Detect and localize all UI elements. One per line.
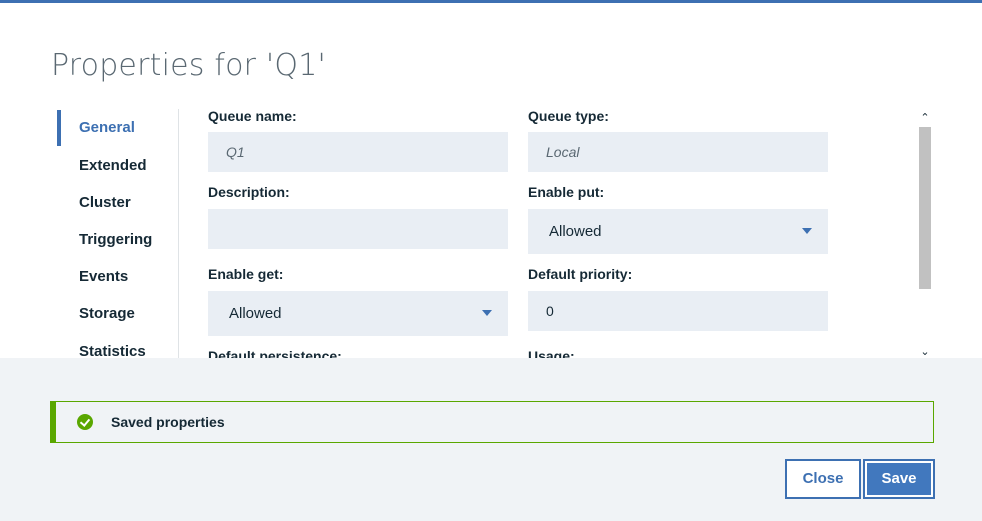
- enable-put-select[interactable]: Allowed: [528, 209, 828, 254]
- default-priority-input[interactable]: 0: [528, 291, 828, 331]
- queue-type-label: Queue type:: [528, 108, 609, 124]
- nav-item-triggering[interactable]: Triggering: [57, 222, 175, 258]
- form-scrollbar[interactable]: ⌃ ⌄: [917, 109, 933, 361]
- scroll-up-icon[interactable]: ⌃: [917, 109, 933, 127]
- nav-item-storage[interactable]: Storage: [57, 296, 175, 332]
- queue-name-label: Queue name:: [208, 108, 297, 124]
- success-notification: Saved properties: [50, 401, 934, 443]
- description-label: Description:: [208, 184, 290, 200]
- queue-type-field: Local: [528, 132, 828, 172]
- properties-dialog: Properties for 'Q1' General Extended Clu…: [0, 3, 982, 521]
- enable-get-label: Enable get:: [208, 266, 284, 282]
- dialog-footer: Saved properties Close Save: [0, 358, 982, 521]
- nav-item-events[interactable]: Events: [57, 259, 175, 295]
- general-form: Queue name: Q1 Queue type: Local Descrip…: [195, 103, 915, 361]
- scroll-thumb[interactable]: [919, 127, 931, 289]
- checkmark-circle-icon: [77, 414, 93, 430]
- enable-put-value: Allowed: [549, 223, 602, 240]
- enable-put-label: Enable put:: [528, 184, 605, 200]
- close-button[interactable]: Close: [785, 459, 861, 499]
- chevron-down-icon: [802, 228, 812, 234]
- default-priority-label: Default priority:: [528, 266, 633, 282]
- dialog-title: Properties for 'Q1': [51, 48, 326, 83]
- chevron-down-icon: [482, 310, 492, 316]
- queue-name-field: Q1: [208, 132, 508, 172]
- save-button[interactable]: Save: [863, 459, 935, 499]
- nav-item-cluster[interactable]: Cluster: [57, 185, 175, 221]
- enable-get-value: Allowed: [229, 305, 282, 322]
- nav-item-general[interactable]: General: [57, 110, 175, 146]
- nav-item-extended[interactable]: Extended: [57, 148, 175, 184]
- description-input[interactable]: [208, 209, 508, 249]
- notification-text: Saved properties: [111, 414, 225, 430]
- enable-get-select[interactable]: Allowed: [208, 291, 508, 336]
- properties-nav: General Extended Cluster Triggering Even…: [57, 109, 179, 361]
